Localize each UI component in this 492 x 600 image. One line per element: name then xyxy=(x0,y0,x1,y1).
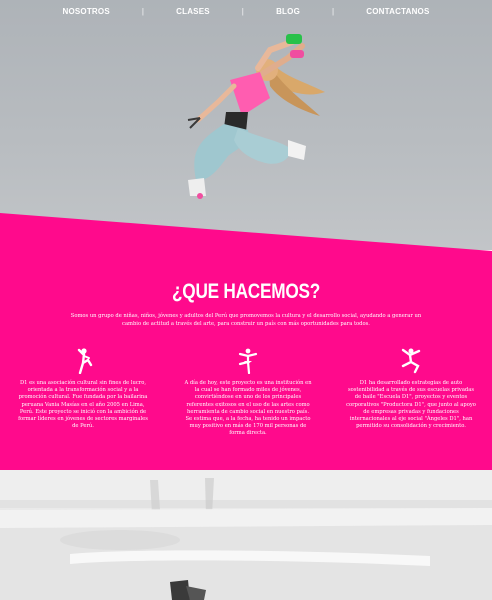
info-column-impact: A día de hoy, este proyecto es una insti… xyxy=(183,348,313,438)
studio-photo-scene xyxy=(0,470,492,600)
hero-image xyxy=(0,0,492,250)
nav-separator: | xyxy=(241,6,245,16)
studio-photo xyxy=(0,470,492,600)
column-text: D1 es una asociación cultural sin fines … xyxy=(18,380,148,430)
nav-nosotros[interactable]: NOSOTROS xyxy=(62,7,109,16)
nav-separator: | xyxy=(141,6,145,16)
nav-separator: | xyxy=(332,6,335,16)
column-text: A día de hoy, este proyecto es una insti… xyxy=(184,380,312,437)
section-intro: Somos un grupo de niñas, niños, jóvenes … xyxy=(70,313,422,327)
info-column-sustainability: D1 ha desarrollado estrategias de auto s… xyxy=(346,348,476,430)
ballet-dancer-icon xyxy=(238,348,258,374)
jumping-dancer-icon xyxy=(401,348,421,374)
nav-blog[interactable]: BLOG xyxy=(276,7,300,16)
top-nav: NOSOTROS | CLASES | BLOG | CONTACTANOS xyxy=(0,0,492,22)
nav-contactanos[interactable]: CONTACTANOS xyxy=(366,7,429,16)
section-title: ¿QUE HACEMOS? xyxy=(172,280,320,303)
column-text: D1 ha desarrollado estrategias de auto s… xyxy=(346,380,476,430)
info-column-about: D1 es una asociación cultural sin fines … xyxy=(18,348,148,430)
nav-clases[interactable]: CLASES xyxy=(176,7,210,16)
dancer-pose-icon xyxy=(77,348,93,374)
jumping-dancer-photo xyxy=(187,34,325,199)
